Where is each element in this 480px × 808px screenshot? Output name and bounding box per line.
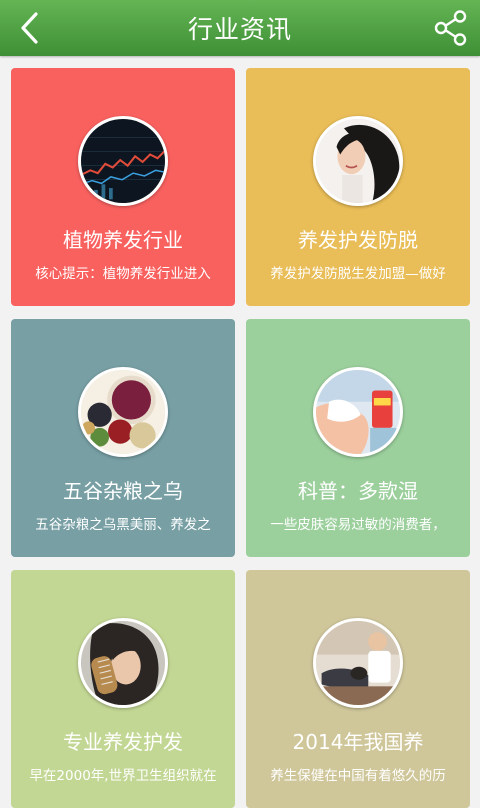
card-title: 专业养发护发: [63, 730, 183, 754]
woman-long-hair-thumbnail: [313, 116, 403, 206]
card-title: 养发护发防脱: [298, 228, 418, 252]
news-card[interactable]: 养发护发防脱 养发护发防脱生发加盟—做好: [246, 68, 470, 306]
card-summary: 养生保健在中国有着悠久的历: [270, 768, 446, 784]
share-icon: [434, 10, 467, 46]
card-summary: 五谷杂粮之乌黑美丽、养发之: [35, 517, 211, 533]
card-title: 2014年我国养: [292, 730, 424, 754]
app-header: 行业资讯: [0, 0, 480, 56]
card-summary: 核心提示：植物养发行业进入: [35, 266, 211, 282]
news-card[interactable]: 五谷杂粮之乌 五谷杂粮之乌黑美丽、养发之: [11, 319, 235, 557]
card-summary: 一些皮肤容易过敏的消费者，: [270, 517, 446, 533]
card-title: 五谷杂粮之乌: [63, 479, 183, 503]
news-card[interactable]: 科普：多款湿 一些皮肤容易过敏的消费者，: [246, 319, 470, 557]
card-title: 科普：多款湿: [298, 479, 418, 503]
card-summary: 早在2000年,世界卫生组织就在: [29, 768, 217, 784]
share-button[interactable]: [430, 8, 470, 48]
chevron-left-icon: [21, 12, 38, 44]
news-card[interactable]: 2014年我国养 养生保健在中国有着悠久的历: [246, 570, 470, 808]
card-title: 植物养发行业: [63, 228, 183, 252]
page-title: 行业资讯: [187, 15, 292, 44]
hair-comb-thumbnail: [78, 618, 168, 708]
card-summary: 养发护发防脱生发加盟—做好: [270, 266, 446, 282]
news-card[interactable]: 植物养发行业 核心提示：植物养发行业进入: [11, 68, 235, 306]
chart-screen-thumbnail: [78, 116, 168, 206]
news-card[interactable]: 专业养发护发 早在2000年,世界卫生组织就在: [11, 570, 235, 808]
hair-salon-thumbnail: [313, 618, 403, 708]
back-button[interactable]: [12, 8, 52, 48]
grains-bowl-thumbnail: [78, 367, 168, 457]
wet-wipes-thumbnail: [313, 367, 403, 457]
